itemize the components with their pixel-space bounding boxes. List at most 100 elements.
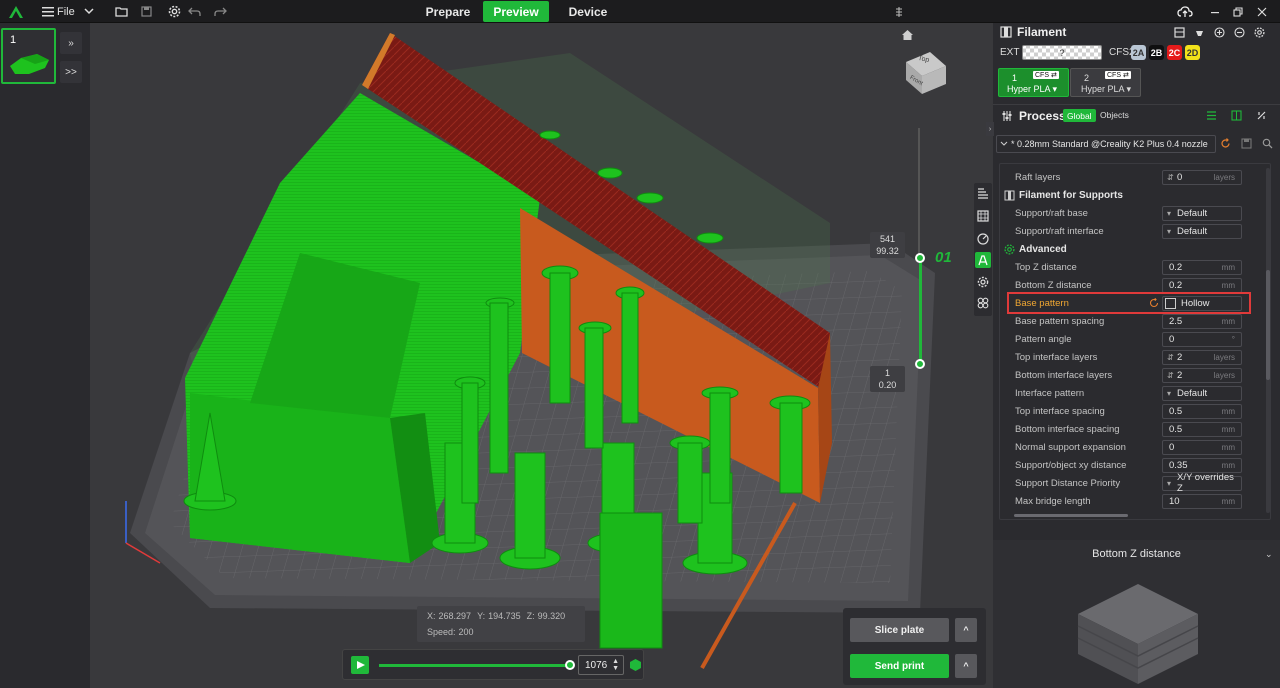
file-menu[interactable]: File bbox=[42, 0, 75, 23]
tab-preview[interactable]: Preview bbox=[483, 1, 549, 22]
base-pattern-dropdown[interactable]: Hollow bbox=[1162, 295, 1242, 311]
close-icon[interactable] bbox=[1257, 0, 1267, 23]
undo-icon[interactable] bbox=[188, 0, 201, 23]
support-object-xy-distance-input[interactable]: 0.35 mm bbox=[1162, 457, 1242, 473]
setting-unit: layers bbox=[1213, 370, 1235, 380]
slice-options-button[interactable]: ^ bbox=[955, 618, 977, 642]
plate-thumbnail[interactable]: 1 bbox=[1, 28, 56, 84]
support-raft-base-dropdown[interactable]: ▾ Default bbox=[1162, 205, 1242, 221]
base-pattern-spacing-input[interactable]: 2.5 mm bbox=[1162, 313, 1242, 329]
setting-interface-pattern: Interface pattern ▾ Default bbox=[1006, 384, 1246, 402]
tab-prepare[interactable]: Prepare bbox=[418, 1, 478, 22]
setting-label: Bottom interface layers bbox=[1015, 369, 1113, 381]
process-preset-dropdown[interactable]: * 0.28mm Standard @Creality K2 Plus 0.4 … bbox=[996, 135, 1216, 153]
spin-arrows-icon[interactable]: ▲ ▼ bbox=[612, 658, 619, 672]
hex-model-icon[interactable] bbox=[629, 658, 642, 675]
cfs-slot-2c[interactable]: 2C bbox=[1167, 45, 1182, 60]
interface-pattern-dropdown[interactable]: ▾ Default bbox=[1162, 385, 1242, 401]
speed-value: 200 bbox=[458, 627, 474, 637]
send-print-button[interactable]: Send print bbox=[850, 654, 949, 678]
raft-layers-input[interactable]: ⇵ 0 layers bbox=[1162, 169, 1242, 185]
horizontal-scroll-thumb[interactable] bbox=[1014, 514, 1128, 517]
3d-viewport[interactable]: Top Front 541 99.32 1 0.20 01 X: 268.297… bbox=[90, 23, 993, 688]
move-slider-track[interactable] bbox=[379, 664, 569, 667]
compare-icon[interactable] bbox=[1231, 110, 1242, 121]
global-toggle[interactable]: Global bbox=[1063, 109, 1096, 122]
move-slider-handle[interactable] bbox=[565, 660, 575, 670]
slice-plate-button[interactable]: Slice plate bbox=[850, 618, 949, 642]
setting-unit: mm bbox=[1221, 442, 1235, 452]
tab-device[interactable]: Device bbox=[560, 1, 616, 22]
tray-1-cfs-badge: CFS ⇄ bbox=[1033, 71, 1059, 79]
support-raft-interface-dropdown[interactable]: ▾ Default bbox=[1162, 223, 1242, 239]
filament-tray-2[interactable]: 2 CFS ⇄ Hyper PLA ▾ bbox=[1070, 68, 1141, 97]
ext-filament-swatch[interactable]: ? bbox=[1022, 45, 1102, 60]
pattern-angle-input[interactable]: 0 ° bbox=[1162, 331, 1242, 347]
nozzle-icon[interactable] bbox=[1194, 27, 1205, 38]
settings-scroll-thumb[interactable] bbox=[1266, 270, 1270, 380]
restore-icon[interactable] bbox=[1233, 0, 1243, 23]
clover-icon[interactable] bbox=[977, 297, 989, 309]
save-preset-icon[interactable] bbox=[1241, 138, 1252, 149]
setting-unit: mm bbox=[1221, 280, 1235, 290]
grid-view-icon[interactable] bbox=[977, 210, 989, 222]
group-filament-for-supports[interactable]: Filament for Supports bbox=[1004, 186, 1123, 204]
reset-value-icon[interactable] bbox=[1149, 298, 1159, 308]
coord-y-label: Y: bbox=[477, 611, 486, 621]
redo-icon[interactable] bbox=[214, 0, 227, 23]
speed-gauge-icon[interactable] bbox=[977, 233, 989, 245]
support-distance-priority-dropdown[interactable]: ▾ X/Y overrides Z bbox=[1162, 472, 1242, 494]
tray-2-cfs-badge: CFS ⇄ bbox=[1105, 71, 1131, 79]
cfs-slot-2b[interactable]: 2B bbox=[1149, 45, 1164, 60]
ext-label: EXT bbox=[1000, 47, 1020, 58]
group-advanced[interactable]: Advanced bbox=[1004, 240, 1067, 258]
bottom-interface-spacing-input[interactable]: 0.5 mm bbox=[1162, 421, 1242, 437]
filament-settings-icon[interactable] bbox=[1254, 27, 1265, 38]
settings-gear-icon[interactable] bbox=[168, 0, 181, 23]
send-options-button[interactable]: ^ bbox=[955, 654, 977, 678]
tray-2-number: 2 bbox=[1084, 73, 1090, 83]
coord-z: 99.320 bbox=[537, 611, 566, 621]
dropdown-arrow-icon[interactable] bbox=[84, 0, 94, 23]
layers-icon[interactable] bbox=[977, 187, 989, 199]
collapse-panel-button[interactable]: › bbox=[986, 122, 994, 136]
remove-filament-icon[interactable] bbox=[1234, 27, 1245, 38]
list-view-icon[interactable] bbox=[1206, 110, 1217, 121]
sync-filament-icon[interactable] bbox=[1174, 27, 1185, 38]
home-view-icon[interactable] bbox=[901, 29, 914, 44]
cfs-slot-2d[interactable]: 2D bbox=[1185, 45, 1200, 60]
open-folder-icon[interactable] bbox=[115, 0, 128, 23]
search-icon[interactable] bbox=[1262, 138, 1273, 149]
support-view-icon[interactable] bbox=[975, 252, 991, 268]
cloud-upload-icon[interactable] bbox=[1177, 0, 1193, 23]
collapse-plates-button[interactable]: >> bbox=[60, 61, 82, 83]
top-interface-spacing-input[interactable]: 0.5 mm bbox=[1162, 403, 1242, 419]
objects-toggle[interactable]: Objects bbox=[1100, 110, 1129, 120]
cfs-slot-2a[interactable]: 2A bbox=[1131, 45, 1146, 60]
sync-icon[interactable] bbox=[894, 0, 904, 23]
play-button[interactable] bbox=[351, 656, 369, 674]
layer-slider-bottom-handle[interactable] bbox=[915, 359, 925, 369]
top-interface-layers-input[interactable]: ⇵ 2 layers bbox=[1162, 349, 1242, 365]
settings-cog-icon[interactable] bbox=[977, 276, 989, 288]
setting-preview-card: Bottom Z distance ⌄ bbox=[993, 540, 1280, 688]
minimize-icon[interactable] bbox=[1210, 0, 1220, 23]
move-spinbox[interactable]: 1076 ▲ ▼ bbox=[578, 655, 624, 675]
view-cube[interactable]: Top Front bbox=[902, 48, 950, 96]
bottom-z-distance-illustration bbox=[1077, 584, 1199, 684]
process-sliders-icon bbox=[1002, 111, 1012, 121]
top-z-distance-input[interactable]: 0.2 mm bbox=[1162, 259, 1242, 275]
tune-icon[interactable] bbox=[1256, 110, 1267, 121]
collapse-preview-icon[interactable]: ⌄ bbox=[1265, 549, 1273, 560]
setting-value: 0.2 bbox=[1169, 261, 1183, 273]
expand-plates-button[interactable]: » bbox=[60, 32, 82, 54]
add-filament-icon[interactable] bbox=[1214, 27, 1225, 38]
bottom-z-distance-input[interactable]: 0.2 mm bbox=[1162, 277, 1242, 293]
filament-tray-1[interactable]: 1 CFS ⇄ Hyper PLA ▾ bbox=[998, 68, 1069, 97]
save-icon[interactable] bbox=[141, 0, 152, 23]
layer-slider-top-handle[interactable] bbox=[915, 253, 925, 263]
max-bridge-length-input[interactable]: 10 mm bbox=[1162, 493, 1242, 509]
normal-support-expansion-input[interactable]: 0 mm bbox=[1162, 439, 1242, 455]
reset-icon[interactable] bbox=[1220, 138, 1231, 149]
bottom-interface-layers-input[interactable]: ⇵ 2 layers bbox=[1162, 367, 1242, 383]
